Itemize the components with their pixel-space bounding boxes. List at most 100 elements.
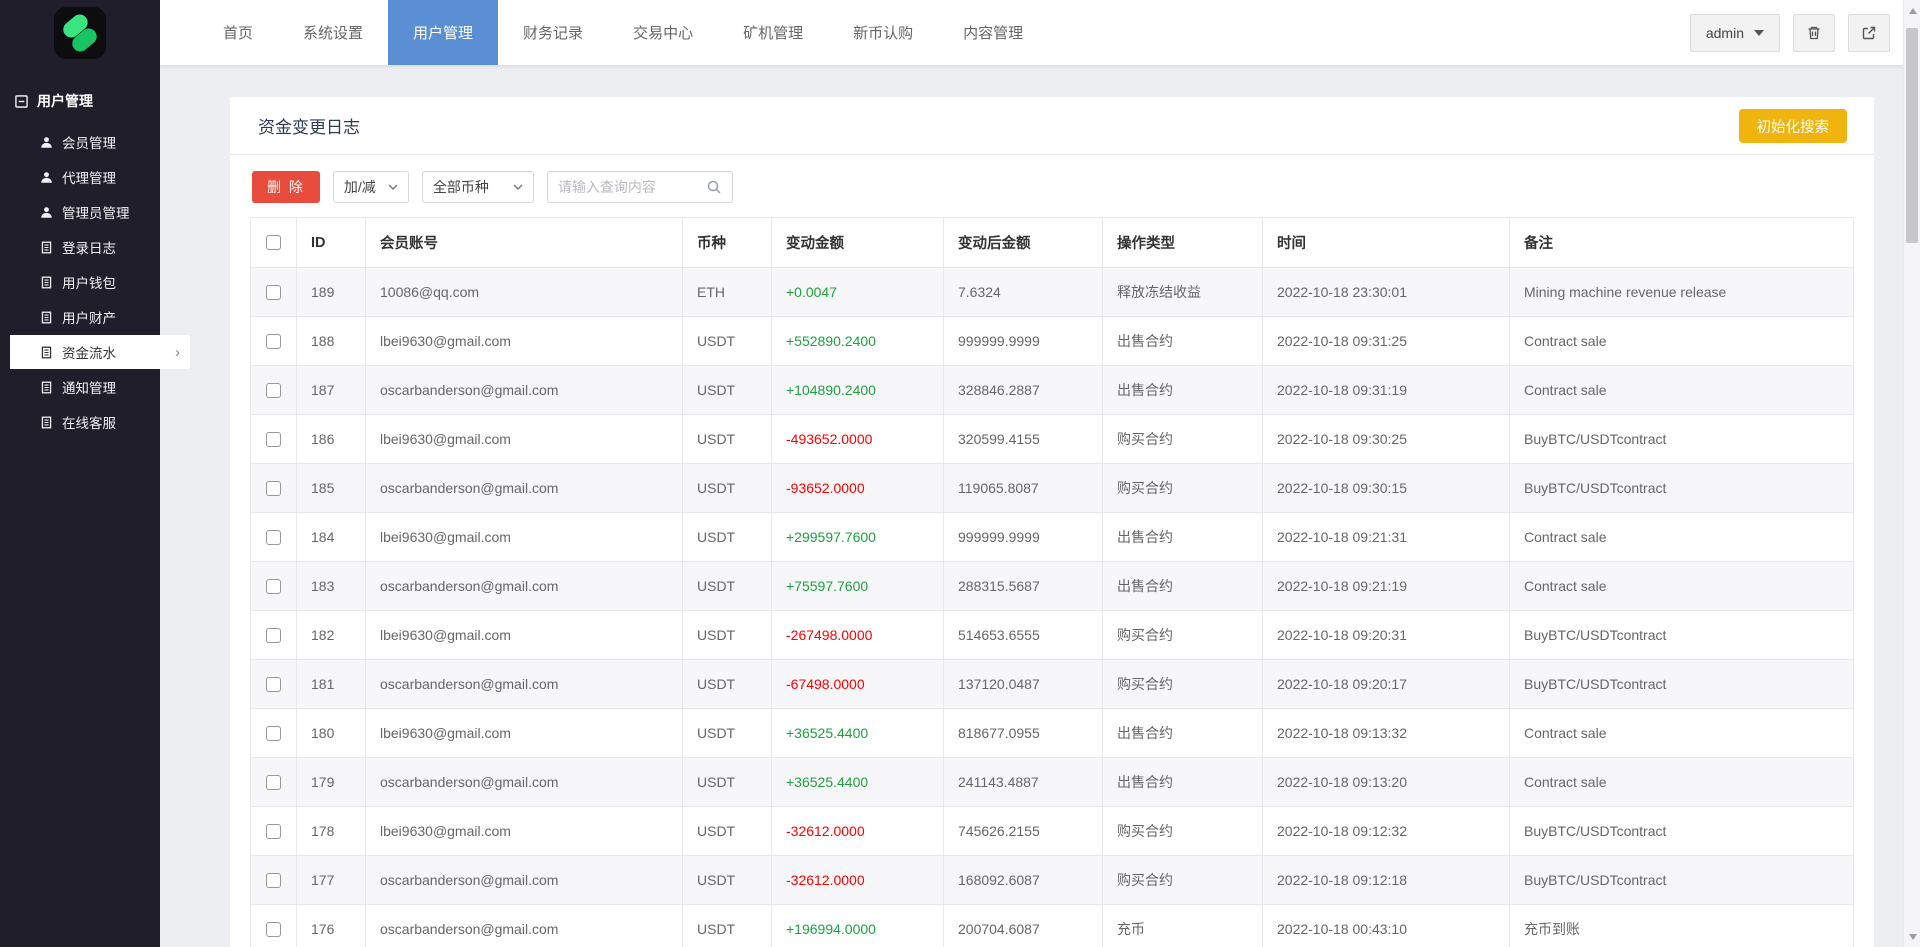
- row-checkbox[interactable]: [266, 481, 281, 497]
- currency-select[interactable]: 全部币种: [421, 171, 534, 203]
- column-header: 备注: [1509, 217, 1854, 268]
- fund-log-table: ID 会员账号 币种 变动金额 变动后金额 操作类型 时间 备注 189 10086@qq.co…: [250, 217, 1854, 947]
- sidebar-item-label: 用户财产: [62, 311, 116, 326]
- cell-note: BuyBTC/USDTcontract: [1509, 659, 1854, 709]
- search-icon[interactable]: [706, 179, 722, 195]
- page-scrollbar[interactable]: [1903, 0, 1920, 947]
- row-checkbox[interactable]: [266, 726, 281, 742]
- row-checkbox[interactable]: [266, 628, 281, 644]
- sidebar-menu: 会员管理›代理管理›管理员管理›登录日志›用户钱包›用户财产› 资金流水 › 通知管理…: [0, 125, 190, 439]
- cell-balance: 328846.2887: [943, 365, 1103, 415]
- amount-type-select[interactable]: 加/减: [332, 171, 409, 203]
- cell-amount: +104890.2400: [771, 365, 944, 415]
- sidebar-item[interactable]: 登录日志›: [0, 230, 160, 264]
- cell-amount: +552890.2400: [771, 316, 944, 366]
- cell-id: 180: [296, 708, 366, 758]
- top-nav-item[interactable]: 矿机管理: [718, 0, 828, 65]
- scroll-down-arrow[interactable]: [1904, 928, 1920, 945]
- cell-time: 2022-10-18 09:31:19: [1262, 365, 1510, 415]
- cell-time: 2022-10-18 09:13:32: [1262, 708, 1510, 758]
- cell-account: lbei9630@gmail.com: [365, 414, 683, 464]
- cell-currency: USDT: [682, 904, 772, 947]
- row-checkbox[interactable]: [266, 383, 281, 399]
- row-checkbox[interactable]: [266, 579, 281, 595]
- cell-op: 出售合约: [1102, 316, 1263, 366]
- scroll-up-arrow[interactable]: [1904, 2, 1920, 19]
- row-checkbox[interactable]: [266, 922, 281, 938]
- cell-balance: 320599.4155: [943, 414, 1103, 464]
- delete-button[interactable]: 删 除: [252, 171, 320, 203]
- row-checkbox[interactable]: [266, 334, 281, 350]
- document-icon: [41, 416, 52, 428]
- row-checkbox[interactable]: [266, 432, 281, 448]
- sidebar-item[interactable]: 管理员管理›: [0, 195, 160, 229]
- content-area: 资金变更日志 初始化搜索 删 除 加/减 全部币种 请输入查询内容 ID 会员账…: [160, 65, 1920, 947]
- cell-account: oscarbanderson@gmail.com: [365, 365, 683, 415]
- trash-button[interactable]: [1793, 13, 1835, 52]
- cell-account: oscarbanderson@gmail.com: [365, 757, 683, 807]
- sidebar-section-label: 用户管理: [37, 93, 93, 109]
- table-row: 182 lbei9630@gmail.com USDT -267498.0000 514…: [250, 610, 1854, 660]
- sidebar-item[interactable]: 用户钱包›: [0, 265, 160, 299]
- select-all-checkbox[interactable]: [266, 235, 281, 251]
- top-nav-item[interactable]: 用户管理: [388, 0, 499, 65]
- row-checkbox[interactable]: [266, 530, 281, 546]
- document-icon: [41, 311, 52, 323]
- top-navigation: 首页 系统设置 用户管理 财务记录 交易中心 矿机管理 新币认购 内容管理: [198, 0, 1048, 65]
- sidebar-item[interactable]: 会员管理›: [0, 125, 160, 159]
- cell-note: BuyBTC/USDTcontract: [1509, 855, 1854, 905]
- top-nav-item[interactable]: 系统设置: [278, 0, 388, 65]
- cell-id: 184: [296, 512, 366, 562]
- row-checkbox[interactable]: [266, 873, 281, 889]
- column-header: 变动金额: [771, 217, 944, 268]
- sidebar-item[interactable]: 代理管理›: [0, 160, 160, 194]
- sidebar-item-label: 登录日志: [62, 241, 116, 256]
- row-checkbox[interactable]: [266, 677, 281, 693]
- cell-op: 购买合约: [1102, 855, 1263, 905]
- admin-menu-button[interactable]: admin: [1689, 13, 1780, 52]
- search-input[interactable]: [557, 179, 700, 195]
- sidebar-item[interactable]: 通知管理›: [0, 370, 160, 404]
- cell-currency: USDT: [682, 414, 772, 464]
- top-nav-item[interactable]: 内容管理: [938, 0, 1048, 65]
- sidebar-item[interactable]: 在线客服›: [0, 405, 160, 439]
- column-header: 操作类型: [1102, 217, 1263, 268]
- fund-log-table-body: 189 10086@qq.com ETH +0.0047 7.6324 释放冻结收益 202…: [250, 267, 1854, 947]
- cell-account: oscarbanderson@gmail.com: [365, 561, 683, 611]
- cell-currency: ETH: [682, 267, 772, 317]
- top-nav-item[interactable]: 交易中心: [608, 0, 718, 65]
- cell-note: Contract sale: [1509, 365, 1854, 415]
- row-checkbox[interactable]: [266, 775, 281, 791]
- cell-id: 177: [296, 855, 366, 905]
- sidebar-item-label: 通知管理: [62, 381, 116, 396]
- sidebar-item[interactable]: 用户财产›: [0, 300, 160, 334]
- cell-account: lbei9630@gmail.com: [365, 806, 683, 856]
- cell-amount: -67498.0000: [771, 659, 944, 709]
- cell-time: 2022-10-18 23:30:01: [1262, 267, 1510, 317]
- cell-op: 出售合约: [1102, 365, 1263, 415]
- search-box: [546, 171, 733, 203]
- top-nav-item[interactable]: 新币认购: [828, 0, 938, 65]
- cell-amount: +36525.4400: [771, 708, 944, 758]
- cell-account: lbei9630@gmail.com: [365, 512, 683, 562]
- cell-note: Mining machine revenue release: [1509, 267, 1854, 317]
- user-icon: [41, 206, 52, 218]
- init-search-button[interactable]: 初始化搜索: [1738, 109, 1847, 143]
- cell-amount: +0.0047: [771, 267, 944, 317]
- scrollbar-thumb[interactable]: [1906, 28, 1918, 243]
- chevron-down-icon: [1754, 29, 1764, 36]
- sidebar-item[interactable]: 资金流水 ›: [10, 335, 190, 369]
- topbar: 首页 系统设置 用户管理 财务记录 交易中心 矿机管理 新币认购 内容管理 admin: [160, 0, 1920, 65]
- cell-currency: USDT: [682, 708, 772, 758]
- sidebar-section-header[interactable]: 用户管理: [15, 91, 160, 111]
- row-checkbox[interactable]: [266, 824, 281, 840]
- cell-amount: +196994.0000: [771, 904, 944, 947]
- sidebar-item-label: 用户钱包: [62, 276, 116, 291]
- sidebar-item-label: 会员管理: [62, 136, 116, 151]
- top-nav-item[interactable]: 财务记录: [498, 0, 608, 65]
- export-icon: [1862, 26, 1876, 39]
- top-nav-item[interactable]: 首页: [198, 0, 278, 65]
- row-checkbox[interactable]: [266, 285, 281, 301]
- cell-op: 充币: [1102, 904, 1263, 947]
- export-button[interactable]: [1848, 13, 1890, 52]
